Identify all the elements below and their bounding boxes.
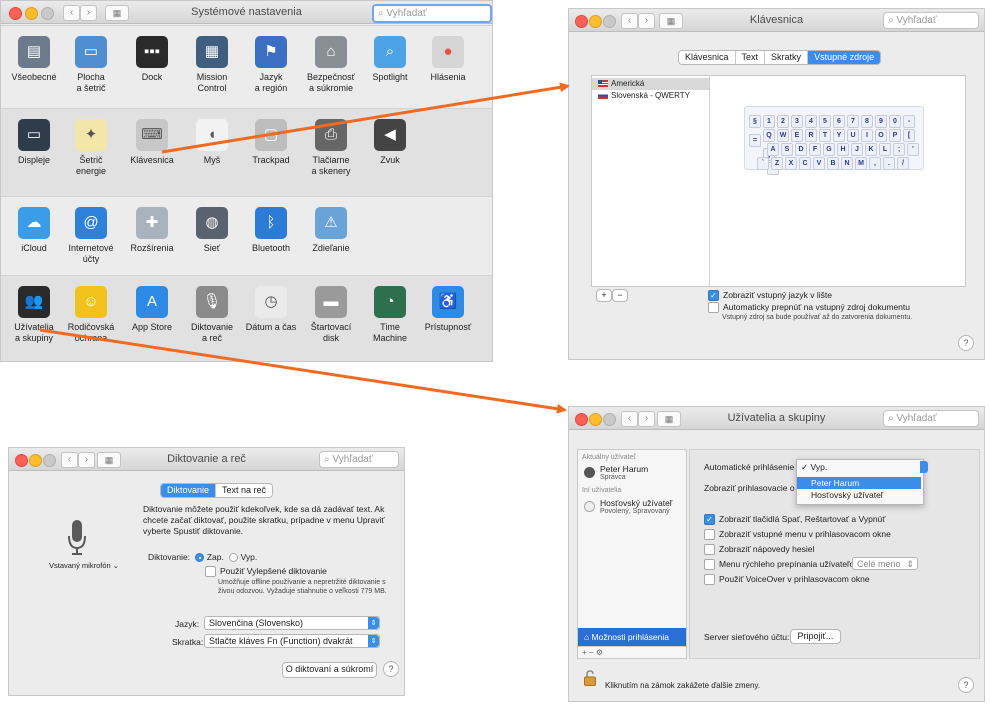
annotation-arrows (39, 82, 570, 414)
arrow-to-keyboard (161, 82, 570, 154)
arrow-to-users (39, 328, 567, 414)
